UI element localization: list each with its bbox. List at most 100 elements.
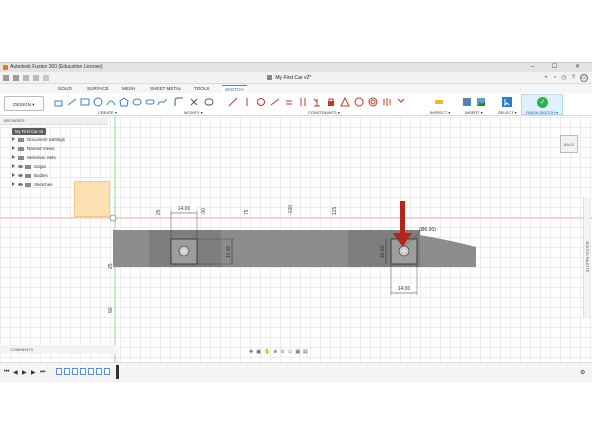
inspect-menu[interactable]: INSPECT ▾	[430, 110, 450, 115]
insert-image-icon[interactable]	[476, 97, 486, 107]
create-menu[interactable]: CREATE ▾	[98, 110, 117, 115]
comments-panel[interactable]: COMMENTS	[0, 345, 118, 354]
expand-icon[interactable]	[12, 173, 15, 177]
browser-item-selection-sets[interactable]: Selection Sets	[12, 154, 56, 161]
arc-icon[interactable]	[106, 97, 116, 107]
job-status-icon[interactable]: ◷	[561, 75, 571, 81]
line-icon[interactable]	[67, 97, 77, 107]
file-menu-icon[interactable]	[13, 75, 19, 81]
timeline-settings-gear-icon[interactable]: ⚙	[580, 369, 585, 376]
rectangle-icon[interactable]	[80, 97, 90, 107]
expand-icon[interactable]	[12, 182, 15, 186]
constraints-menu[interactable]: CONSTRAINTS ▾	[308, 110, 340, 115]
measure-icon[interactable]	[434, 97, 444, 107]
right-height-dimension[interactable]: 10.00	[380, 246, 386, 259]
add-tab-icon[interactable]: +	[544, 75, 553, 81]
lock-icon[interactable]	[326, 97, 336, 107]
tab-sheet-metal[interactable]: SHEET METAL	[147, 85, 184, 93]
left-height-dimension[interactable]: 10.00	[226, 246, 232, 259]
timeline-feature-sketch[interactable]	[72, 368, 78, 375]
diameter-dimension[interactable]: (Ø6.00)	[419, 227, 436, 233]
parallel-icon[interactable]	[298, 97, 308, 107]
tab-surface[interactable]: SURFACE	[84, 85, 112, 93]
finish-sketch-button[interactable]: ✓ FINISH SKETCH ▾	[521, 94, 563, 115]
bottom-width-dimension[interactable]: 14.00	[398, 286, 411, 292]
fix-icon[interactable]	[284, 97, 294, 107]
offset-icon[interactable]	[204, 97, 214, 107]
horizontal-vertical-icon[interactable]	[340, 97, 350, 107]
modify-menu[interactable]: MODIFY ▾	[184, 110, 203, 115]
tab-solid[interactable]: SOLID	[55, 85, 75, 93]
timeline-feature-sketch[interactable]	[80, 368, 86, 375]
insert-menu[interactable]: INSERT ▾	[465, 110, 483, 115]
timeline-feature-sketch[interactable]	[64, 368, 70, 375]
tangent-icon[interactable]	[354, 97, 364, 107]
browser-header[interactable]: BROWSER	[0, 117, 108, 125]
symmetry-icon[interactable]	[382, 97, 392, 107]
expand-icon[interactable]	[12, 155, 15, 159]
concentric-icon[interactable]	[256, 97, 266, 107]
tab-tools[interactable]: TOOLS	[191, 85, 213, 93]
go-to-start-icon[interactable]: ⏮	[4, 369, 9, 376]
save-icon[interactable]	[23, 75, 29, 81]
play-icon[interactable]: ▶	[22, 369, 27, 376]
fillet-icon[interactable]	[174, 97, 184, 107]
look-at-icon[interactable]: ▣	[256, 349, 264, 355]
curvature-icon[interactable]	[396, 97, 406, 107]
viewcube[interactable]: BACK	[560, 135, 578, 153]
design-canvas[interactable]: 14.00 14.00 10.00 10.00 (Ø6.00) 25 .00 7…	[0, 117, 592, 362]
eye-icon[interactable]	[18, 174, 23, 178]
timeline-feature-sketch[interactable]	[56, 368, 62, 375]
zoom-window-icon[interactable]: ⊙	[280, 349, 287, 355]
viewports-icon[interactable]: ▤	[303, 349, 311, 355]
equal-icon[interactable]	[368, 97, 378, 107]
pan-icon[interactable]: ✋	[264, 349, 273, 355]
insert-derive-icon[interactable]	[462, 97, 472, 107]
browser-item-sketches[interactable]: Sketches	[12, 181, 53, 188]
select-menu[interactable]: SELECT ▾	[498, 110, 517, 115]
ellipse-icon[interactable]	[132, 97, 142, 107]
origin-point[interactable]	[109, 214, 117, 222]
undo-icon[interactable]	[33, 75, 39, 81]
perpendicular-icon[interactable]	[312, 97, 322, 107]
browser-item-document-settings[interactable]: Document Settings	[12, 136, 65, 143]
step-forward-icon[interactable]: ▶	[31, 369, 36, 376]
polygon-icon[interactable]	[119, 97, 129, 107]
tab-sketch[interactable]: SKETCH	[222, 85, 247, 93]
browser-item-bodies[interactable]: Bodies	[12, 172, 48, 179]
coincident-icon[interactable]	[228, 97, 238, 107]
timeline-feature-sketch[interactable]	[104, 368, 110, 375]
eye-icon[interactable]	[18, 183, 23, 187]
timeline-marker[interactable]	[116, 365, 119, 379]
browser-item-origin[interactable]: Origin	[12, 163, 46, 170]
grid-settings-icon[interactable]: ▦	[295, 349, 303, 355]
avatar[interactable]: CC	[580, 74, 588, 82]
top-width-dimension[interactable]: 14.00	[178, 206, 191, 212]
redo-icon[interactable]	[43, 75, 49, 81]
spline-icon[interactable]	[157, 97, 167, 107]
expand-icon[interactable]	[12, 164, 15, 168]
timeline-feature-sketch[interactable]	[88, 368, 94, 375]
select-cursor-icon[interactable]	[502, 97, 512, 107]
go-to-end-icon[interactable]: ⏭	[40, 369, 45, 376]
trim-icon[interactable]	[189, 97, 199, 107]
document-tab[interactable]: My First Car v2*	[267, 73, 311, 83]
expand-icon[interactable]	[12, 137, 15, 141]
browser-item-named-views[interactable]: Named Views	[12, 145, 55, 152]
circle-icon[interactable]	[93, 97, 103, 107]
tab-mesh[interactable]: MESH	[119, 85, 138, 93]
data-panel-icon[interactable]	[3, 75, 9, 81]
workspace-switcher[interactable]: DESIGN ▾	[4, 96, 44, 111]
browser-root-item[interactable]: My First Car v2	[12, 128, 47, 135]
slot-icon[interactable]	[145, 97, 155, 107]
expand-icon[interactable]	[12, 146, 15, 150]
window-controls[interactable]: – ☐ ✕	[531, 63, 588, 72]
midpoint-icon[interactable]	[270, 97, 280, 107]
sketch-palette-tab[interactable]: SKETCH PALETTE	[583, 197, 590, 317]
step-back-icon[interactable]: ◀	[13, 369, 18, 376]
create-sketch-icon[interactable]	[54, 97, 64, 107]
help-icon[interactable]: ?	[572, 75, 580, 81]
timeline-feature-sketch[interactable]	[96, 368, 102, 375]
eye-icon[interactable]	[18, 165, 23, 169]
collinear-icon[interactable]	[242, 97, 252, 107]
